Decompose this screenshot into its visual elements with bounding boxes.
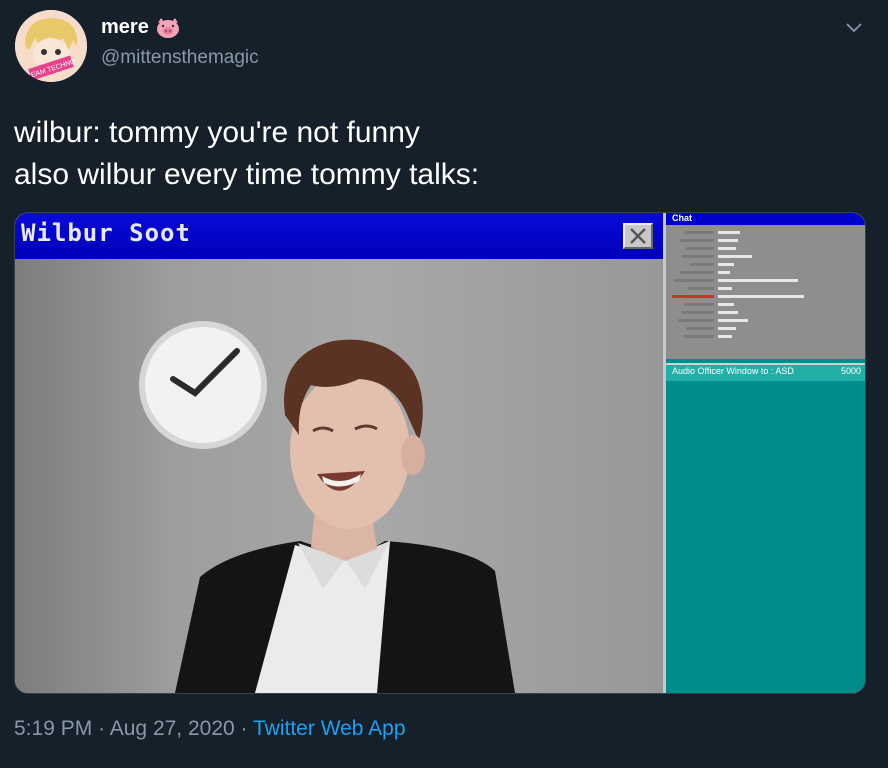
chat-line <box>718 319 748 322</box>
chat-line <box>682 255 714 258</box>
chat-line <box>684 231 714 234</box>
chat-line <box>718 295 804 298</box>
chat-line <box>684 303 714 306</box>
name-row: mere <box>101 16 181 39</box>
avatar[interactable]: TEAM TECHNO <box>15 10 87 82</box>
chat-panel: Chat Audio Officer Window to: ASD 5000 <box>666 213 865 693</box>
chat-line <box>678 319 714 322</box>
chat-bar-count: 5000 <box>840 366 861 376</box>
display-name[interactable]: mere <box>101 16 149 39</box>
chat-line <box>672 295 714 298</box>
window-title: Wilbur Soot <box>21 219 191 247</box>
chat-line <box>718 271 730 274</box>
tweet-text-line-2: also wilbur every time tommy talks: <box>14 158 480 191</box>
chat-line <box>718 279 798 282</box>
meta-separator: · <box>240 717 248 740</box>
chevron-down-icon[interactable] <box>845 22 863 34</box>
chat-line <box>686 247 714 250</box>
chat-line <box>680 239 714 242</box>
tweet-meta: 5:19 PM · Aug 27, 2020 · Twitter Web App <box>14 717 406 741</box>
chat-line <box>682 311 714 314</box>
chat-line <box>718 247 736 250</box>
chat-line <box>686 327 714 330</box>
chat-line <box>718 239 738 242</box>
chat-line <box>718 327 736 330</box>
tweet-text-line-1: wilbur: tommy you're not funny <box>14 116 420 149</box>
chat-titlebar: Chat <box>666 213 865 225</box>
window-close-button[interactable] <box>623 223 653 249</box>
tweet-date[interactable]: Aug 27, 2020 <box>110 717 235 740</box>
tweet-source-link[interactable]: Twitter Web App <box>253 717 406 740</box>
webcam-feed <box>15 259 663 693</box>
tweet-time[interactable]: 5:19 PM <box>14 717 92 740</box>
avatar-illustration: TEAM TECHNO <box>15 10 87 82</box>
chat-line <box>718 263 734 266</box>
close-icon <box>630 228 646 244</box>
chat-line <box>718 311 738 314</box>
chat-line <box>718 335 732 338</box>
chat-line <box>718 255 752 258</box>
chat-line <box>718 231 740 234</box>
pig-face-icon <box>156 17 179 38</box>
tweet-media[interactable]: Wilbur Soot Chat Audio Officer Window to… <box>14 212 866 694</box>
chat-log <box>666 225 865 359</box>
chat-line <box>674 279 714 282</box>
chat-line <box>718 303 734 306</box>
chat-bar-text: Audio Officer Window to : ASD <box>672 366 794 376</box>
chat-line <box>684 335 714 338</box>
meta-separator: · <box>98 717 106 740</box>
webcam-scene <box>139 321 515 693</box>
tweet-text: wilbur: tommy you're not funny also wilb… <box>14 112 479 196</box>
chat-line <box>718 287 732 290</box>
chat-input-bar[interactable]: Audio Officer Window to : ASD 5000 <box>666 363 865 381</box>
chat-line <box>690 263 714 266</box>
user-handle[interactable]: @mittensthemagic <box>101 47 259 69</box>
chat-line <box>688 287 714 290</box>
webcam-window: Wilbur Soot <box>15 213 663 693</box>
window-titlebar: Wilbur Soot <box>15 213 663 259</box>
chat-title: Chat <box>672 213 692 223</box>
chat-line <box>680 271 714 274</box>
wall-clock-icon <box>139 321 267 449</box>
